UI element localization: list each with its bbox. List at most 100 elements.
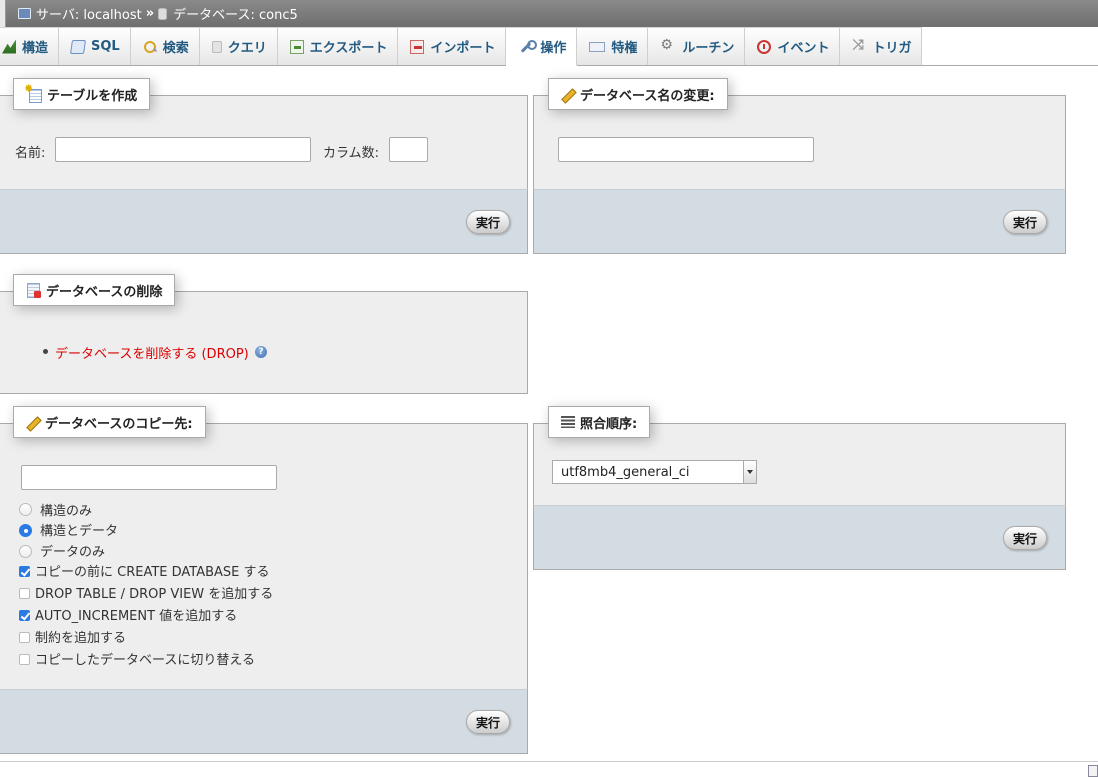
checkbox-label: DROP TABLE / DROP VIEW を追加する bbox=[35, 587, 274, 602]
import-icon bbox=[410, 39, 425, 54]
breadcrumb-database[interactable]: データベース: conc5 bbox=[158, 4, 298, 23]
collation-icon bbox=[561, 416, 575, 428]
table-name-input[interactable] bbox=[55, 137, 311, 162]
database-icon bbox=[158, 7, 168, 20]
rename-db-panel: データベース名の変更: bbox=[533, 78, 1066, 190]
privileges-icon bbox=[589, 41, 606, 52]
breadcrumb-server[interactable]: サーバ: localhost bbox=[18, 4, 142, 23]
tab-query[interactable]: クエリ bbox=[199, 27, 278, 65]
breadcrumb-server-label[interactable]: サーバ: localhost bbox=[36, 4, 142, 23]
tab-structure[interactable]: 構造 bbox=[0, 27, 60, 65]
column-count-input[interactable] bbox=[389, 137, 428, 162]
copy-db-title: データベースのコピー先: bbox=[45, 416, 193, 432]
collation-selected-value: utf8mb4_general_ci bbox=[561, 464, 690, 480]
tab-sql[interactable]: SQL bbox=[59, 27, 131, 65]
copy-db-legend: データベースのコピー先: bbox=[13, 406, 206, 438]
collation-panel: 照合順序: utf8mb4_general_ci bbox=[533, 406, 1066, 506]
checkbox-add-constraints[interactable] bbox=[19, 632, 30, 643]
help-icon[interactable]: ? bbox=[255, 346, 267, 358]
tab-routines[interactable]: ルーチン bbox=[648, 27, 746, 65]
drop-database-icon bbox=[26, 282, 41, 298]
checkbox-label: コピーしたデータベースに切り替える bbox=[35, 653, 255, 668]
radio-label: 構造のみ bbox=[40, 504, 93, 519]
collation-footer: 実行 bbox=[533, 505, 1066, 570]
collation-go-button[interactable]: 実行 bbox=[1003, 526, 1048, 550]
tab-export[interactable]: エクスポート bbox=[277, 27, 399, 65]
list-bullet bbox=[43, 349, 48, 354]
create-table-legend: テーブルを作成 bbox=[13, 78, 151, 110]
radio-structure-only[interactable] bbox=[19, 503, 32, 516]
tab-label: 検索 bbox=[162, 41, 189, 56]
breadcrumb-database-label[interactable]: データベース: conc5 bbox=[173, 4, 298, 23]
tab-label: SQL bbox=[91, 39, 120, 54]
tab-label: ルーチン bbox=[682, 41, 735, 56]
table-name-label: 名前: bbox=[15, 146, 46, 161]
pencil-icon bbox=[26, 415, 40, 429]
checkbox-auto-increment[interactable] bbox=[19, 610, 30, 621]
checkbox-label: AUTO_INCREMENT 値を追加する bbox=[35, 609, 238, 624]
bottom-divider bbox=[0, 761, 1098, 762]
collation-legend: 照合順序: bbox=[548, 406, 651, 438]
tab-triggers[interactable]: トリガ bbox=[840, 27, 923, 65]
search-icon bbox=[143, 40, 157, 54]
checkbox-drop-table[interactable] bbox=[19, 588, 30, 599]
column-count-label: カラム数: bbox=[323, 146, 379, 161]
radio-label: 構造とデータ bbox=[40, 524, 119, 539]
create-table-panel: テーブルを作成 名前: カラム数: bbox=[0, 78, 528, 190]
checkbox-create-database[interactable] bbox=[19, 566, 30, 577]
server-icon bbox=[18, 8, 31, 19]
tab-label: 特権 bbox=[611, 41, 638, 56]
tab-bar: 構造 SQL 検索 クエリ エクスポート インポート 操作 特権 ルーチン イベ… bbox=[0, 27, 1098, 66]
breadcrumb: サーバ: localhost » データベース: conc5 bbox=[0, 0, 1098, 27]
copy-db-panel: データベースのコピー先: 構造のみ 構造とデータ データのみ コピーの前に CR… bbox=[0, 406, 528, 690]
tab-label: 操作 bbox=[540, 41, 567, 56]
tab-label: エクスポート bbox=[309, 41, 388, 56]
tab-search[interactable]: 検索 bbox=[130, 27, 200, 65]
breadcrumb-separator: » bbox=[145, 6, 155, 21]
sql-icon bbox=[70, 39, 86, 54]
rename-db-go-button[interactable]: 実行 bbox=[1003, 210, 1048, 234]
structure-icon bbox=[2, 39, 16, 54]
tab-privileges[interactable]: 特権 bbox=[577, 27, 649, 65]
console-toggle-icon[interactable] bbox=[1088, 765, 1098, 777]
triggers-icon bbox=[852, 37, 866, 54]
copy-db-footer: 実行 bbox=[0, 689, 528, 754]
tab-import[interactable]: インポート bbox=[398, 27, 507, 65]
copy-db-go-button[interactable]: 実行 bbox=[466, 710, 511, 734]
tab-label: トリガ bbox=[872, 41, 912, 56]
tab-label: インポート bbox=[430, 41, 496, 56]
drop-db-legend: データベースの削除 bbox=[13, 274, 176, 306]
radio-data-only[interactable] bbox=[19, 545, 32, 558]
rename-db-legend: データベース名の変更: bbox=[548, 78, 728, 110]
copy-db-name-input[interactable] bbox=[21, 465, 277, 490]
nav-toggle-edge[interactable] bbox=[0, 0, 6, 27]
radio-structure-and-data[interactable] bbox=[19, 524, 32, 537]
drop-db-panel: データベースの削除 データベースを削除する (DROP) ? bbox=[0, 274, 528, 394]
events-icon bbox=[757, 39, 772, 54]
drop-database-link[interactable]: データベースを削除する (DROP) bbox=[55, 343, 249, 362]
rename-db-input[interactable] bbox=[558, 137, 814, 162]
collation-select[interactable]: utf8mb4_general_ci bbox=[552, 460, 757, 484]
create-table-go-button[interactable]: 実行 bbox=[466, 210, 511, 234]
checkbox-label: 制約を追加する bbox=[35, 631, 127, 646]
radio-label: データのみ bbox=[40, 545, 106, 560]
create-table-title: テーブルを作成 bbox=[47, 88, 138, 104]
export-icon bbox=[289, 39, 304, 54]
chevron-down-icon[interactable] bbox=[743, 461, 756, 483]
drop-db-title: データベースの削除 bbox=[46, 284, 163, 300]
checkbox-switch-to-copied[interactable] bbox=[19, 654, 30, 665]
rename-db-footer: 実行 bbox=[533, 189, 1066, 254]
rename-db-title: データベース名の変更: bbox=[580, 88, 715, 104]
tab-label: 構造 bbox=[22, 41, 49, 56]
tab-operations[interactable]: 操作 bbox=[506, 27, 578, 66]
pencil-icon bbox=[561, 87, 575, 101]
wrench-icon bbox=[518, 39, 538, 54]
new-table-icon bbox=[24, 82, 42, 103]
checkbox-label: コピーの前に CREATE DATABASE する bbox=[35, 565, 270, 580]
tab-events[interactable]: イベント bbox=[745, 27, 841, 65]
query-icon bbox=[211, 40, 222, 53]
collation-title: 照合順序: bbox=[580, 416, 638, 432]
tab-label: イベント bbox=[777, 41, 830, 56]
tab-label: クエリ bbox=[227, 41, 267, 56]
create-table-footer: 実行 bbox=[0, 189, 528, 254]
